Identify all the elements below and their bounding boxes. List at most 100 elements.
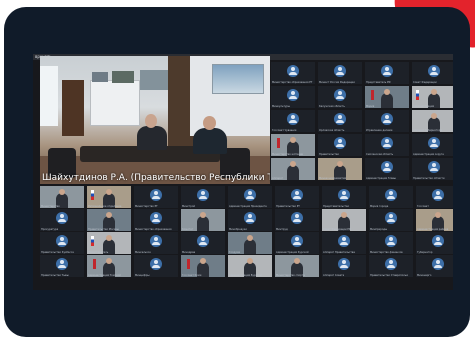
participant-name: Правительство Москвы bbox=[88, 228, 119, 231]
participant-head bbox=[290, 137, 296, 143]
participant-name: Госдума bbox=[229, 251, 241, 254]
flag-icon bbox=[91, 190, 94, 200]
user-avatar-icon bbox=[381, 137, 393, 149]
user-avatar-icon bbox=[287, 65, 299, 77]
user-avatar-icon bbox=[385, 258, 397, 270]
participant-tile[interactable]: Минобрнауки bbox=[228, 209, 272, 231]
user-avatar-icon bbox=[150, 258, 162, 270]
participant-tile[interactable]: Мэрия города bbox=[369, 186, 413, 208]
participant-tile[interactable]: Представительство bbox=[322, 186, 366, 208]
wall-art bbox=[212, 64, 264, 94]
user-avatar-icon bbox=[428, 161, 440, 173]
participant-tile[interactable]: Администрация округа bbox=[412, 134, 453, 156]
participant-name: Комитет bbox=[182, 228, 194, 231]
wall-picture bbox=[92, 72, 108, 82]
participant-tile[interactable]: Аппарат Правительства bbox=[322, 232, 366, 254]
participant-tile[interactable]: Минсельхоз bbox=[134, 232, 178, 254]
participant-tile[interactable]: Региональное отделение bbox=[87, 186, 131, 208]
participant-head bbox=[341, 212, 347, 218]
user-avatar-icon bbox=[291, 212, 303, 224]
participant-head bbox=[106, 212, 112, 218]
participant-tile[interactable]: Правительство Ставрополья bbox=[369, 255, 413, 277]
participant-tile[interactable]: Комитет bbox=[181, 209, 225, 231]
participant-tile[interactable]: Администрация Бурятии bbox=[228, 255, 272, 277]
active-speaker-video[interactable]: Шайхутдинов Р.А. (Правительство Республи… bbox=[40, 56, 270, 184]
participant-tile[interactable]: Представитель bbox=[87, 232, 131, 254]
participant-tile[interactable]: Аппарат Губернатора bbox=[412, 110, 453, 132]
participant-tile[interactable]: Совет Федерации РФ bbox=[322, 209, 366, 231]
participant-tile[interactable]: Минэнерго bbox=[416, 255, 453, 277]
participant-tile[interactable]: Госсовет Коми bbox=[181, 255, 225, 277]
participant-tile[interactable]: Представитель РФ bbox=[365, 62, 409, 84]
user-avatar-icon bbox=[150, 212, 162, 224]
participant-name: Смоленская область bbox=[366, 153, 394, 156]
participant-tile[interactable]: Правительство bbox=[318, 134, 362, 156]
user-avatar-icon bbox=[381, 161, 393, 173]
participant-tile[interactable]: Правительство Москвы bbox=[87, 209, 131, 231]
participant-name: Представитель РФ bbox=[366, 81, 391, 84]
participant-tile[interactable]: Орловская область bbox=[318, 110, 362, 132]
participant-tile[interactable]: Администрация Курской bbox=[275, 232, 319, 254]
participant-head bbox=[106, 189, 112, 195]
flag-icon bbox=[416, 90, 419, 100]
user-avatar-icon bbox=[432, 258, 444, 270]
participant-tile[interactable]: Минцифры bbox=[134, 255, 178, 277]
participant-tile[interactable]: Правительство РТ bbox=[275, 186, 319, 208]
participant-tile[interactable]: Министерство спорта bbox=[275, 255, 319, 277]
participant-tile[interactable]: Аппарат bbox=[271, 158, 315, 180]
participant-tile[interactable]: Минюст Россия Федерации bbox=[318, 62, 362, 84]
participant-tile[interactable]: Министерство юстиции bbox=[271, 134, 315, 156]
user-avatar-icon bbox=[385, 235, 397, 247]
participant-tile[interactable]: Госсовет Чувашии bbox=[271, 110, 315, 132]
participant-tile[interactable]: Минкультуры bbox=[271, 86, 315, 108]
participant-head bbox=[384, 89, 390, 95]
participant-tile[interactable]: Правительство области bbox=[412, 158, 453, 180]
participant-tile[interactable]: Администрация Президента bbox=[228, 186, 272, 208]
participant-tile[interactable]: Минтруд bbox=[275, 209, 319, 231]
participant-tile[interactable]: Министерство образования РТ bbox=[271, 62, 315, 84]
user-avatar-icon bbox=[428, 137, 440, 149]
participant-tile[interactable]: Министерство образования bbox=[134, 209, 178, 231]
participant-tile[interactable]: Министерство финансов bbox=[369, 232, 413, 254]
participant-tile[interactable]: Администрация bbox=[412, 86, 453, 108]
participant-tile[interactable]: Смоленская область bbox=[365, 134, 409, 156]
participant-tile[interactable]: Администрация Томской bbox=[87, 255, 131, 277]
participant-name: Губернатор bbox=[417, 251, 433, 254]
participant-tile[interactable]: Госсовет bbox=[416, 186, 453, 208]
user-avatar-icon bbox=[381, 113, 393, 125]
participant-tile[interactable]: Калужская область bbox=[318, 86, 362, 108]
participant-tile[interactable]: Минздрав bbox=[181, 232, 225, 254]
participant-tile[interactable]: Губернатор bbox=[416, 232, 453, 254]
wall-picture bbox=[140, 70, 168, 90]
user-avatar-icon bbox=[385, 189, 397, 201]
participant-name: Аппарат Совета bbox=[323, 274, 345, 277]
participant-tile[interactable]: Администрация Главы bbox=[365, 158, 409, 180]
participant-head bbox=[106, 235, 112, 241]
participant-tile[interactable]: Минприроды bbox=[369, 209, 413, 231]
user-avatar-icon bbox=[56, 258, 68, 270]
participant-tile[interactable]: Минэкономразвития bbox=[318, 158, 362, 180]
participant-name: Администрация Курской bbox=[276, 251, 309, 254]
participant-tile[interactable]: Правительство Кузбасса bbox=[40, 232, 84, 254]
flag-icon bbox=[91, 236, 94, 246]
participant-tile[interactable]: Министерство РТ bbox=[134, 186, 178, 208]
user-avatar-icon bbox=[334, 113, 346, 125]
participant-tile[interactable]: Мэрия bbox=[365, 86, 409, 108]
participant-tile[interactable]: Правительство Тывы bbox=[40, 255, 84, 277]
participant-tile[interactable]: Администрация района bbox=[416, 209, 453, 231]
user-avatar-icon bbox=[428, 65, 440, 77]
participant-tile[interactable]: Прокуратура bbox=[40, 209, 84, 231]
participant-tile[interactable]: Совет Федерации bbox=[412, 62, 453, 84]
participant-tile[interactable]: Госдума bbox=[228, 232, 272, 254]
participant-tile[interactable]: Управление делами bbox=[365, 110, 409, 132]
participant-name: Администрация bbox=[413, 105, 434, 108]
participant-name: Министерство РТ bbox=[135, 205, 158, 208]
participant-tile[interactable]: Минстрой bbox=[181, 186, 225, 208]
participant-tile[interactable]: Министерство bbox=[40, 186, 84, 208]
participant-name: Минцифры bbox=[135, 274, 150, 277]
participant-tile[interactable]: Аппарат Совета bbox=[322, 255, 366, 277]
speaker-person bbox=[137, 126, 167, 150]
video-conference-screen: вручать Шайхутдинов Р.А. (Правительство … bbox=[33, 54, 453, 290]
participant-name: Мэрия bbox=[366, 105, 375, 108]
participant-name: Госсовет Коми bbox=[182, 274, 202, 277]
